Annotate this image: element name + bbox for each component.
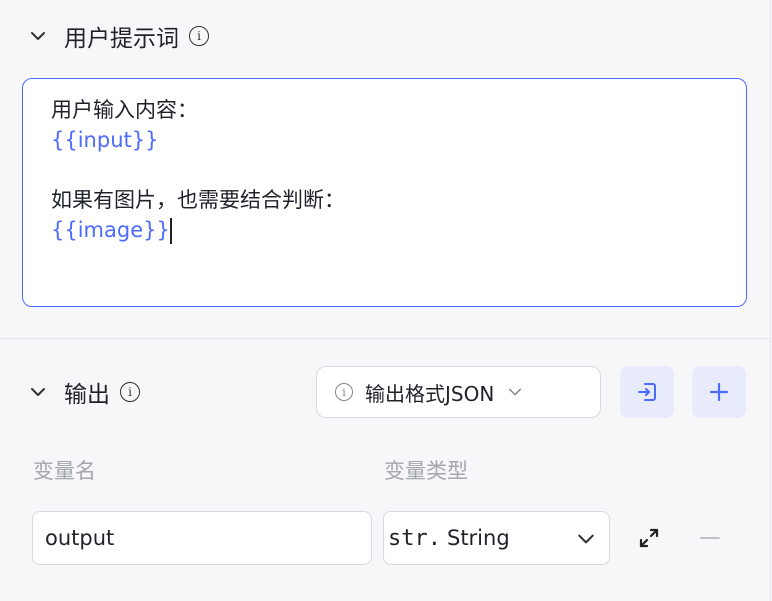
type-prefix: str. (388, 525, 441, 551)
expand-arrows-icon[interactable] (637, 526, 661, 550)
prompt-section-header[interactable]: 用户提示词 i (30, 20, 209, 52)
prompt-editor[interactable]: 用户输入内容： {{input}} 如果有图片，也需要结合判断： {{image… (22, 78, 747, 307)
section-divider (0, 338, 771, 339)
chevron-down-icon[interactable] (30, 28, 46, 44)
output-section-header[interactable]: 输出 i (30, 376, 140, 408)
prompt-section-title: 用户提示词 (64, 26, 179, 52)
output-format-select[interactable]: i 输出格式JSON (316, 366, 601, 418)
column-header-type: 变量类型 (384, 459, 468, 483)
import-icon (638, 383, 656, 401)
prompt-variable-input: {{input}} (51, 128, 159, 152)
variable-name-input[interactable]: output (32, 511, 372, 565)
info-icon: i (335, 383, 353, 401)
variable-name-value: output (45, 526, 115, 550)
prompt-line: 如果有图片，也需要结合判断： (51, 188, 345, 212)
info-icon[interactable]: i (120, 382, 140, 402)
chevron-down-icon (509, 388, 522, 396)
node-config-panel: 用户提示词 i 用户输入内容： {{input}} 如果有图片，也需要结合判断：… (0, 0, 771, 601)
prompt-line (51, 155, 718, 185)
minus-icon[interactable] (698, 526, 722, 550)
chevron-down-icon[interactable] (30, 384, 46, 400)
import-button[interactable] (620, 366, 674, 418)
column-header-name: 变量名 (33, 459, 96, 483)
text-cursor (169, 218, 172, 244)
prompt-line: 用户输入内容： (51, 98, 198, 122)
output-format-label: 输出格式JSON (365, 381, 495, 406)
prompt-variable-image: {{image}} (51, 218, 170, 242)
plus-icon (709, 382, 729, 402)
add-output-button[interactable] (692, 366, 746, 418)
variable-type-select[interactable]: str. String (383, 511, 610, 565)
info-icon[interactable]: i (189, 26, 209, 46)
output-section-title: 输出 (64, 382, 110, 408)
chevron-down-icon (578, 534, 594, 544)
type-value: String (446, 526, 510, 550)
